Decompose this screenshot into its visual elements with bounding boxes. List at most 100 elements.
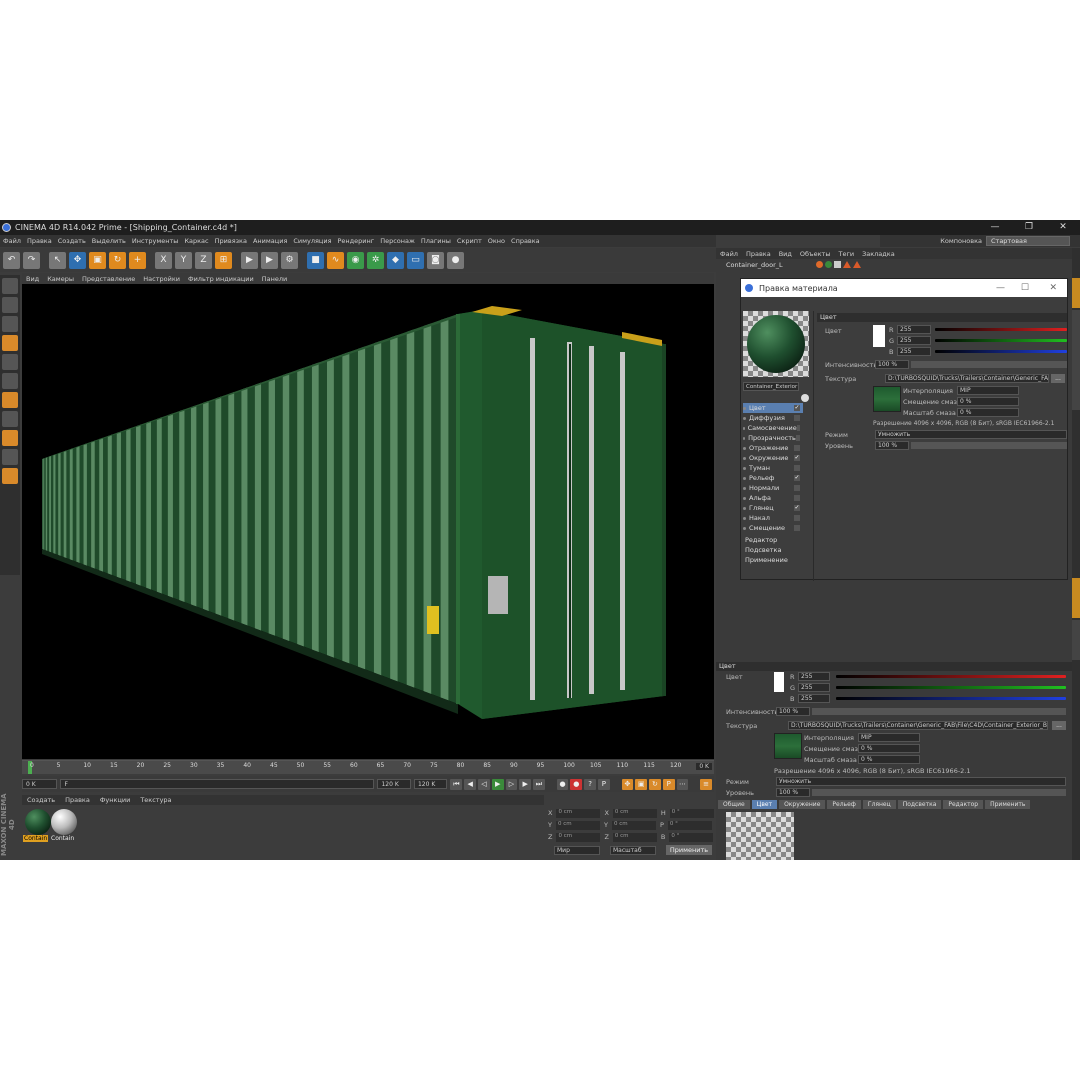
me-offset-field[interactable]: 0 %	[957, 397, 1019, 406]
max-frame-field[interactable]: 120 K	[377, 779, 411, 789]
me-interp-dropdown[interactable]: MIP	[957, 386, 1019, 395]
attr-g-slider[interactable]	[836, 686, 1066, 689]
tag-triangle-icon[interactable]	[853, 261, 861, 268]
vp-menu-display[interactable]: Представление	[82, 275, 135, 283]
editor-extra-item[interactable]: Подсветка	[745, 545, 805, 555]
deformer-icon[interactable]: ◆	[387, 251, 404, 269]
frame-range-slider[interactable]: F	[60, 779, 375, 789]
attr-level-slider[interactable]	[812, 789, 1066, 796]
me-maximize-button[interactable]: ☐	[1021, 279, 1029, 297]
channel-item[interactable]: Накал	[743, 513, 803, 523]
side-tab-content-browser[interactable]	[1072, 310, 1080, 410]
attr-color-swatch[interactable]	[774, 672, 784, 692]
pos-y-field[interactable]: 0 cm	[555, 821, 600, 830]
menu-create[interactable]: Создать	[58, 237, 86, 245]
channel-item[interactable]: Альфа	[743, 493, 803, 503]
render-picture-viewer-icon[interactable]: ▶	[261, 251, 278, 269]
array-icon[interactable]: ✲	[367, 251, 384, 269]
om-menu-tags[interactable]: Теги	[838, 250, 854, 258]
attr-r-slider[interactable]	[836, 675, 1066, 678]
channel-checkbox[interactable]	[794, 495, 800, 501]
pos-x-field[interactable]: 0 cm	[556, 809, 601, 818]
vp-menu-options[interactable]: Настройки	[143, 275, 180, 283]
vp-menu-panels[interactable]: Панели	[262, 275, 288, 283]
size-x-field[interactable]: 0 cm	[612, 809, 657, 818]
max-frame-field-2[interactable]: 120 K	[413, 779, 448, 789]
channel-item[interactable]: Отражение	[743, 443, 803, 453]
channel-item[interactable]: Самосвечение	[743, 423, 803, 433]
attr-intensity-field[interactable]: 100 %	[776, 707, 810, 716]
go-to-end-icon[interactable]: ⏭	[533, 778, 545, 790]
timeline-ruler[interactable]: 0 5 10 15 20 25 30 35 40 45 50 55 60 65 70 75 80 85 90 95 10…	[22, 760, 714, 774]
floor-icon[interactable]: ▭	[407, 251, 424, 269]
minimize-button[interactable]: —	[978, 220, 1012, 235]
undo-icon[interactable]: ↶	[3, 251, 20, 269]
select-cursor-icon[interactable]: ↖	[49, 251, 66, 269]
tag-triangle-icon[interactable]	[843, 261, 851, 268]
material-thumb-white[interactable]	[51, 809, 77, 835]
rot-b-field[interactable]: 0 °	[669, 833, 714, 842]
channel-checkbox[interactable]	[794, 525, 800, 531]
material-tag-icon[interactable]	[816, 261, 823, 268]
prev-key-icon[interactable]: ◀	[464, 778, 477, 790]
attr-g-field[interactable]: 255	[798, 683, 830, 692]
me-color-swatch[interactable]	[873, 325, 885, 347]
me-scale-field[interactable]: 0 %	[957, 408, 1019, 417]
play-icon[interactable]: ▶	[491, 778, 504, 790]
move-key-icon[interactable]: ✥	[621, 778, 634, 790]
attr-intensity-slider[interactable]	[812, 708, 1066, 715]
channel-checkbox[interactable]	[794, 415, 800, 421]
om-menu-file[interactable]: Файл	[720, 250, 738, 258]
attr-mode-dropdown[interactable]: Умножить	[776, 777, 1066, 786]
3d-viewport[interactable]	[22, 284, 714, 759]
edges-mode-icon[interactable]	[2, 373, 18, 389]
menu-script[interactable]: Скрипт	[457, 237, 482, 245]
texture-tag-icon[interactable]	[834, 261, 841, 268]
object-item[interactable]: Container_door_L	[726, 261, 783, 269]
side-tab-layers[interactable]	[1072, 620, 1080, 660]
me-intensity-field[interactable]: 100 %	[875, 360, 909, 369]
channel-checkbox[interactable]	[796, 425, 800, 431]
pos-z-field[interactable]: 0 cm	[556, 833, 601, 842]
camera-icon[interactable]: ◙	[427, 251, 444, 269]
menu-animate[interactable]: Анимация	[253, 237, 287, 245]
side-tab-attributes[interactable]	[1072, 578, 1080, 618]
menu-help[interactable]: Справка	[511, 237, 540, 245]
keyframe-selection-icon[interactable]: ?	[584, 778, 596, 790]
checker-mode-icon[interactable]	[2, 316, 18, 332]
coordinate-system-icon[interactable]: ⊞	[215, 251, 232, 269]
apply-coords-button[interactable]: Применить	[666, 845, 712, 855]
om-menu-bookmarks[interactable]: Закладка	[862, 250, 895, 258]
me-level-field[interactable]: 100 %	[875, 441, 909, 450]
me-b-slider[interactable]	[935, 350, 1067, 353]
render-view-icon[interactable]: ▶	[241, 251, 258, 269]
menu-simulate[interactable]: Симуляция	[293, 237, 331, 245]
nurbs-icon[interactable]: ◉	[347, 251, 364, 269]
size-z-field[interactable]: 0 cm	[612, 833, 657, 842]
channel-item[interactable]: Прозрачность	[743, 433, 803, 443]
timeline-menu-icon[interactable]: ≡	[700, 778, 712, 790]
move-icon[interactable]: ✥	[69, 251, 86, 269]
size-y-field[interactable]: 0 cm	[611, 821, 656, 830]
attr-offset-field[interactable]: 0 %	[858, 744, 920, 753]
channel-checkbox[interactable]: ✓	[794, 475, 800, 481]
channel-item[interactable]: Окружение ✓	[743, 453, 803, 463]
soft-selection-icon[interactable]	[2, 468, 18, 484]
rotate-key-icon[interactable]: ↻	[649, 778, 661, 790]
rot-h-field[interactable]: 0 °	[669, 809, 714, 818]
channel-checkbox[interactable]: ✓	[794, 405, 800, 411]
prev-frame-icon[interactable]: ◁	[478, 778, 490, 790]
material-thumb-green[interactable]	[25, 809, 51, 835]
add-icon[interactable]: +	[129, 251, 146, 269]
om-menu-view[interactable]: Вид	[779, 250, 792, 258]
channel-item[interactable]: Нормали	[743, 483, 803, 493]
rot-p-field[interactable]: 0 °	[667, 821, 712, 830]
menu-edit[interactable]: Правка	[27, 237, 52, 245]
menu-tools[interactable]: Инструменты	[132, 237, 179, 245]
menu-render[interactable]: Рендеринг	[338, 237, 375, 245]
record-icon[interactable]: ●	[556, 778, 569, 790]
model-mode-icon[interactable]	[2, 278, 18, 294]
me-minimize-button[interactable]: —	[996, 279, 1005, 297]
om-menu-edit[interactable]: Правка	[746, 250, 771, 258]
attr-b-field[interactable]: 255	[798, 694, 830, 703]
